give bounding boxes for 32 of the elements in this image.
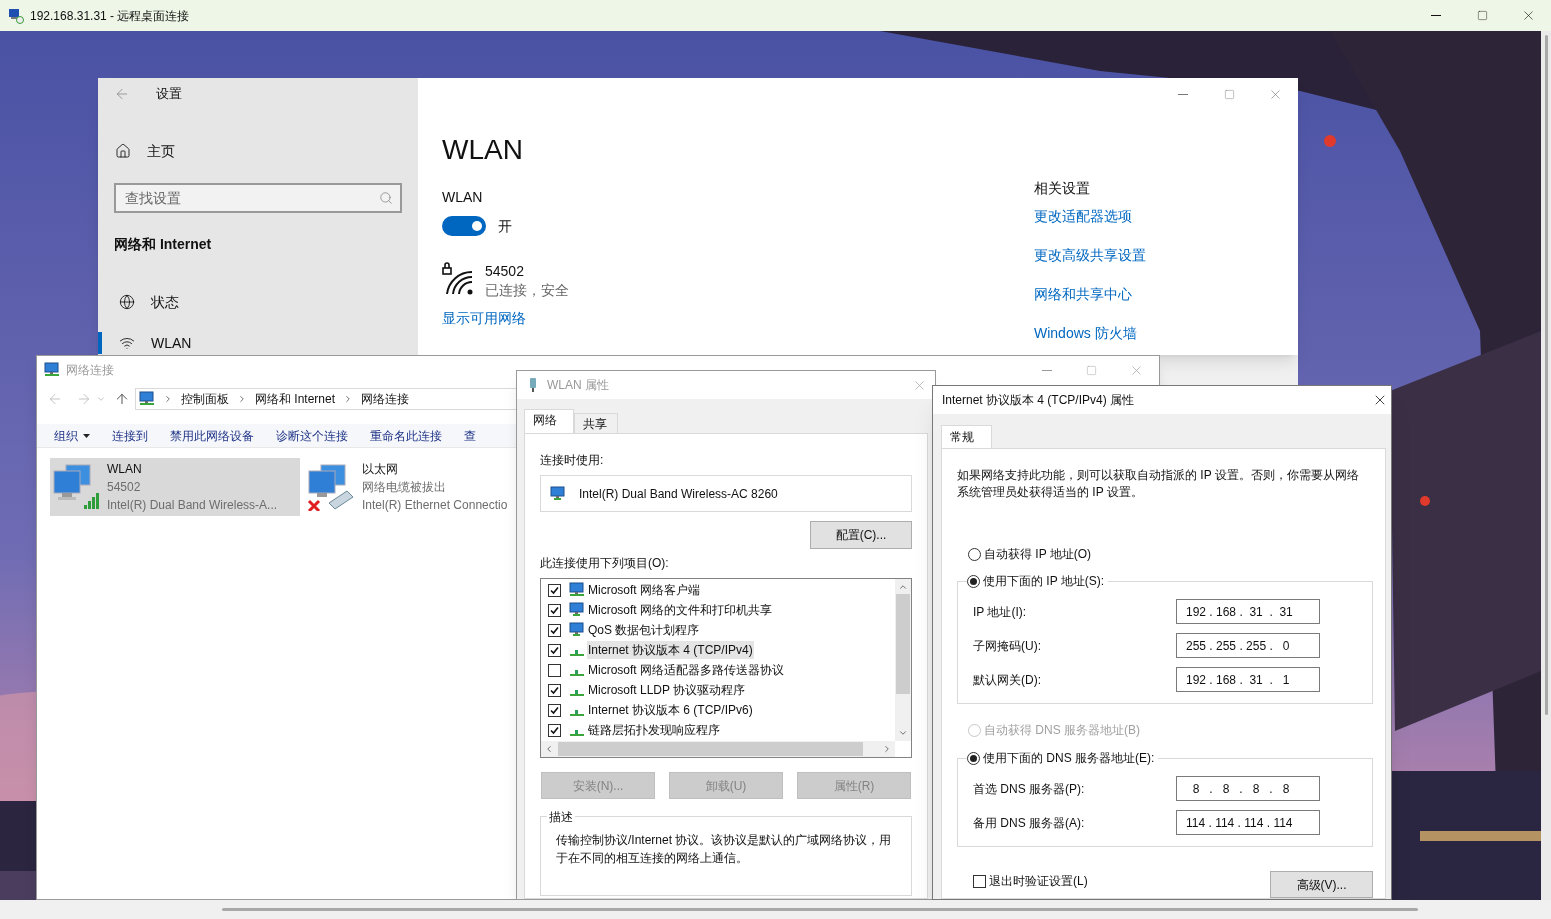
group-title: 描述 [547,808,575,826]
checkbox-label: 退出时验证设置(L) [989,873,1088,890]
network-status: 已连接，安全 [485,281,569,300]
setting-label: WLAN [442,188,483,206]
dialog-title: Internet 协议版本 4 (TCP/IPv4) 属性 [942,392,1135,409]
adapter-device: Intel(R) Dual Band Wireless-A... [107,497,278,514]
description-text: 传输控制协议/Internet 协议。该协议是默认的广域网络协议，用于在不同的相互连接的网络上通信。 [556,832,893,867]
adapter-name: Intel(R) Dual Band Wireless-AC 8260 [579,485,778,503]
radio-label: 使用下面的 IP 地址(S): [983,573,1105,590]
field-label: 子网掩码(U): [972,637,1041,655]
section-label: 此连接使用下列项目(O): [540,555,670,571]
field-label: 默认网关(D): [972,671,1041,689]
adapter-status: 54502 [107,479,142,496]
radio-label: 自动获得 DNS 服务器地址(B) [984,722,1140,739]
adapter-device: Intel(R) Ethernet Connectio [362,497,508,514]
adapter-status: 网络电缆被拔出 [362,479,447,496]
radio-label: 使用下面的 DNS 服务器地址(E): [983,750,1155,767]
related-settings-title: 相关设置 [1034,179,1090,197]
toggle-label: 开 [498,216,512,236]
section-title: 网络和 Internet [114,235,213,253]
field-label: 首选 DNS 服务器(P): [972,780,1085,798]
page-heading: WLAN [442,133,523,167]
window-title: 192.168.31.31 - 远程桌面连接 [30,7,190,25]
adapter-name: 以太网 [362,461,399,478]
adapter-name: WLAN [107,461,143,478]
network-name: 54502 [485,262,525,281]
intro-text: 如果网络支持此功能，则可以获取自动指派的 IP 设置。否则，你需要从网络系统管理员处获得适当的 IP 设置。 [957,467,1360,501]
dialog-title: WLAN 属性 [547,377,609,394]
app-title: 设置 [156,85,182,104]
field-label: IP 地址(I): [972,603,1027,621]
radio-label: 自动获得 IP 地址(O) [984,546,1092,563]
field-label: 备用 DNS 服务器(A): [972,814,1085,832]
